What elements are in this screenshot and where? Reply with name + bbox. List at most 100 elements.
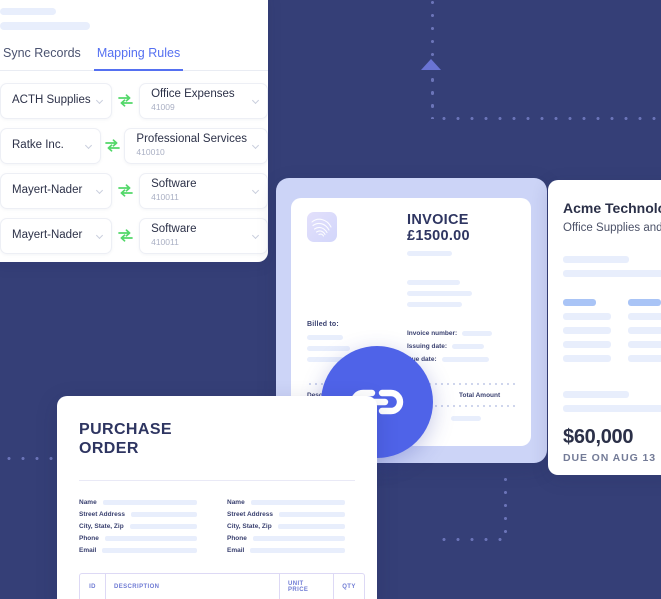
- target-account-code: 410011: [151, 192, 179, 202]
- vendor-detail-column-left: [563, 299, 613, 369]
- mapping-rule-row: Mayert-Nader Software 410011: [0, 172, 268, 209]
- target-account-select-2[interactable]: Professional Services 410010: [124, 127, 268, 164]
- field-street-placeholder: [131, 512, 197, 517]
- due-date-value-placeholder: [441, 357, 489, 362]
- vendor-summary-panel: Acme Technolo Office Supplies and $60,00…: [548, 180, 661, 475]
- field-city-label: City, State, Zip: [79, 523, 124, 530]
- detail-line-placeholder: [628, 327, 661, 334]
- tab-bar: Sync Records Mapping Rules: [0, 46, 268, 71]
- field-city-label: City, State, Zip: [227, 523, 272, 530]
- field-street-label: Street Address: [79, 511, 125, 518]
- target-account-select-3[interactable]: Software 410011: [139, 172, 268, 209]
- address-column-left: Name Street Address City, State, Zip Pho…: [79, 499, 197, 559]
- vendor-placeholder-lines: [563, 256, 661, 277]
- detail-line-placeholder: [628, 313, 661, 320]
- source-account-select-1[interactable]: ACTH Supplies: [0, 82, 112, 119]
- field-name-placeholder: [102, 500, 197, 505]
- field-email-label: Email: [227, 547, 245, 554]
- mapping-rule-row: ACTH Supplies Office Expenses 41009: [0, 82, 268, 119]
- footer-line-placeholder: [563, 405, 661, 412]
- chevron-down-icon: [95, 186, 103, 194]
- dotted-path-horizontal-bottom: [437, 538, 503, 541]
- address-field-row: Name: [227, 499, 345, 506]
- target-account-code: 41009: [151, 102, 175, 112]
- footer-line-placeholder: [563, 391, 629, 398]
- field-city-placeholder: [277, 524, 345, 529]
- header-description: DESCRIPTION: [106, 574, 280, 599]
- billed-to-label: Billed to:: [307, 321, 339, 328]
- address-field-row: Phone: [227, 535, 345, 542]
- target-account-label: Software: [151, 223, 197, 235]
- row-total-placeholder: [451, 416, 481, 421]
- vendor-due-date: DUE ON AUG 13: [563, 452, 656, 464]
- purchase-order-divider: [79, 480, 355, 481]
- source-account-select-3[interactable]: Mayert-Nader: [0, 172, 112, 209]
- address-field-row: City, State, Zip: [227, 523, 345, 530]
- source-account-select-2[interactable]: Ratke Inc.: [0, 127, 102, 164]
- field-phone-placeholder: [252, 536, 345, 541]
- source-account-select-4[interactable]: Mayert-Nader: [0, 217, 112, 254]
- field-phone-placeholder: [104, 536, 197, 541]
- fingerprint-arcs-icon: [307, 212, 337, 242]
- chevron-down-icon: [251, 231, 260, 239]
- chevron-down-icon: [251, 141, 260, 149]
- dotted-path-horizontal-top: [437, 117, 661, 120]
- source-account-label: ACTH Supplies: [12, 94, 91, 106]
- field-street-placeholder: [279, 512, 345, 517]
- detail-line-placeholder: [628, 341, 661, 348]
- address-field-row: City, State, Zip: [79, 523, 197, 530]
- detail-line-placeholder: [628, 355, 661, 362]
- swap-arrows-icon: [112, 94, 139, 107]
- dotted-path-vertical-bottom: [504, 473, 507, 541]
- invoice-title: INVOICE: [407, 212, 469, 228]
- tab-sync-records[interactable]: Sync Records: [0, 46, 84, 71]
- source-account-label: Mayert-Nader: [12, 229, 83, 241]
- invoice-header: INVOICE £1500.00: [407, 212, 517, 307]
- field-email-placeholder: [102, 548, 197, 553]
- chevron-down-icon: [95, 96, 103, 104]
- swap-arrows-icon: [112, 229, 139, 242]
- screenshot-stage: Sync Records Mapping Rules ACTH Supplies…: [0, 0, 661, 599]
- invoice-amount: £1500.00: [407, 228, 470, 244]
- target-account-select-1[interactable]: Office Expenses 41009: [139, 82, 268, 119]
- mapping-rules-panel: Sync Records Mapping Rules ACTH Supplies…: [0, 0, 268, 262]
- mapping-rule-row: Mayert-Nader Software 410011: [0, 217, 268, 254]
- target-account-code: 410010: [136, 147, 165, 157]
- source-account-label: Ratke Inc.: [12, 139, 64, 151]
- purchase-order-address-columns: Name Street Address City, State, Zip Pho…: [79, 499, 355, 559]
- invoice-address-placeholder: [407, 280, 460, 285]
- issuing-date-label: Issuing date:: [407, 343, 448, 350]
- invoice-address-placeholder: [407, 302, 462, 307]
- purchase-order-title-line1: PURCHASE: [79, 421, 172, 438]
- target-account-select-4[interactable]: Software 410011: [139, 217, 268, 254]
- field-name-label: Name: [79, 499, 97, 506]
- invoice-meta-row: Invoice number:: [407, 330, 519, 337]
- column-header-placeholder: [563, 299, 596, 306]
- vendor-detail-column-right: [628, 299, 661, 369]
- vendor-footer-lines: [563, 391, 661, 412]
- vendor-line-placeholder: [563, 256, 629, 263]
- column-header-placeholder: [628, 299, 661, 306]
- field-phone-label: Phone: [79, 535, 99, 542]
- billed-to-placeholder: [307, 346, 350, 351]
- tab-mapping-rules[interactable]: Mapping Rules: [93, 46, 184, 71]
- target-account-label: Professional Services: [136, 133, 247, 145]
- chevron-down-icon: [84, 141, 93, 149]
- target-account-label: Software: [151, 178, 197, 190]
- panel-subtitle-placeholder: [0, 22, 90, 30]
- invoice-number-label: Invoice number:: [407, 330, 458, 337]
- dotted-path-horizontal-left: [2, 457, 60, 460]
- address-column-right: Name Street Address City, State, Zip Pho…: [227, 499, 345, 559]
- invoice-address-placeholder: [407, 291, 472, 296]
- vendor-category: Office Supplies and: [563, 222, 661, 234]
- source-account-label: Mayert-Nader: [12, 184, 83, 196]
- field-email-label: Email: [79, 547, 97, 554]
- chevron-down-icon: [251, 96, 260, 104]
- panel-title-placeholder: [0, 8, 56, 15]
- dotted-path-vertical-top-lower: [431, 73, 434, 119]
- issuing-date-value-placeholder: [452, 344, 485, 349]
- purchase-order-title: PURCHASE ORDER: [79, 420, 355, 458]
- swap-arrows-icon: [112, 184, 139, 197]
- detail-line-placeholder: [563, 327, 611, 334]
- billed-to-placeholder: [307, 335, 343, 340]
